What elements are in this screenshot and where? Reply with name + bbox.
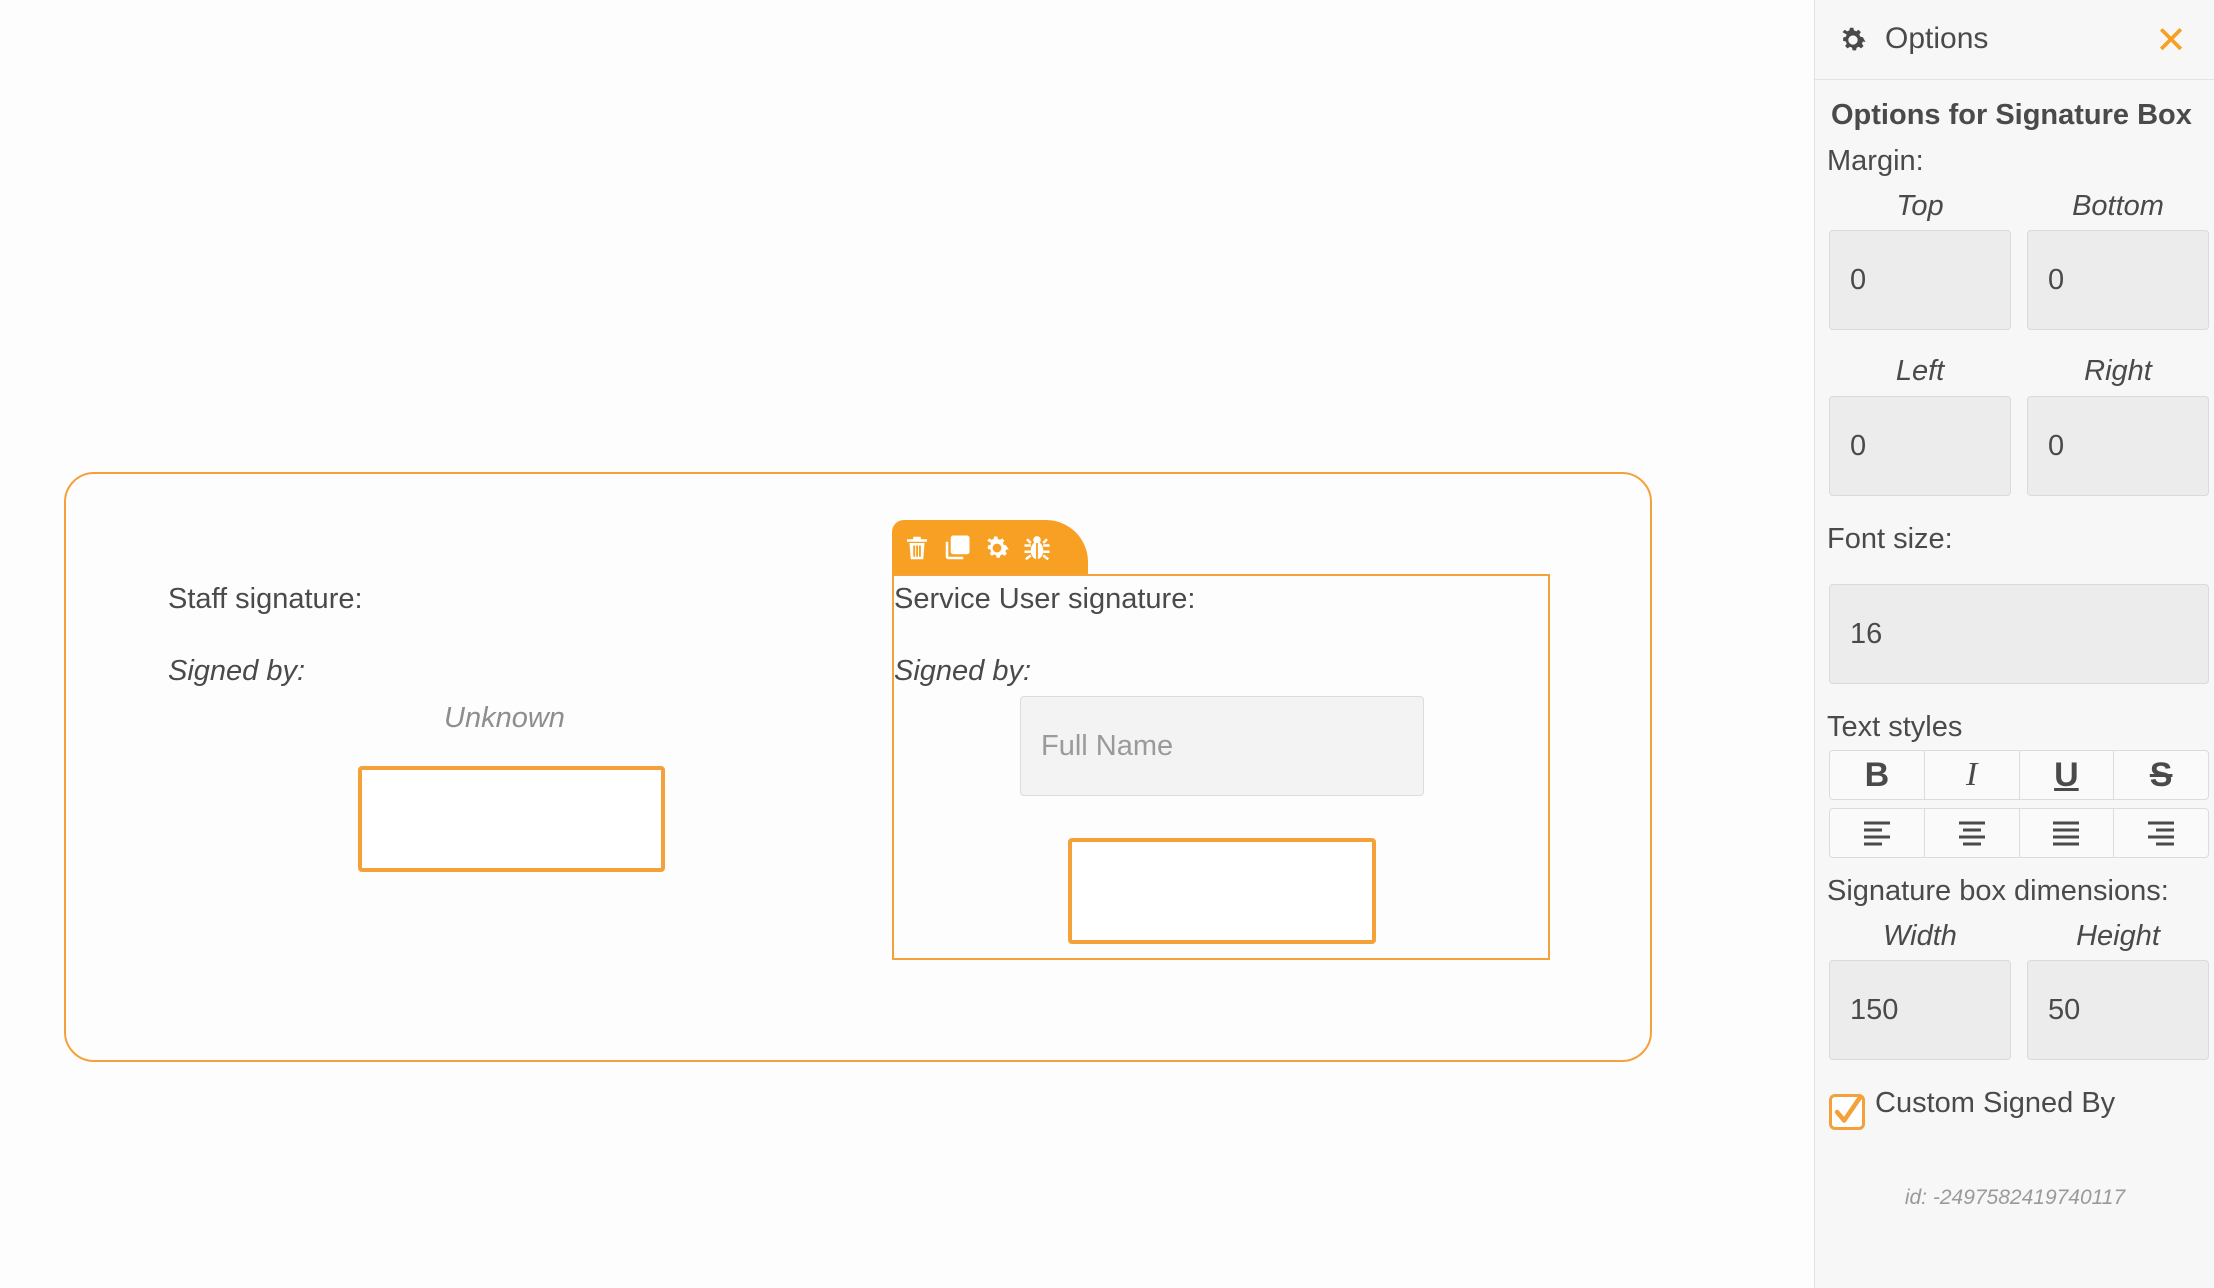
staff-signer-unknown: Unknown (444, 702, 565, 734)
height-label: Height (2076, 920, 2160, 952)
margin-right-input[interactable] (2027, 396, 2209, 496)
align-right-icon (2145, 818, 2177, 848)
text-align-buttons (1829, 808, 2209, 858)
strikethrough-button[interactable]: S (2114, 751, 2208, 799)
panel-header: Options ✕ (1815, 0, 2214, 80)
dimensions-label: Signature box dimensions: (1827, 875, 2169, 907)
close-icon: ✕ (2155, 19, 2187, 62)
italic-button[interactable]: I (1925, 751, 2020, 799)
bold-icon: B (1864, 755, 1890, 794)
align-justify-button[interactable] (2020, 809, 2115, 857)
bug-icon[interactable] (1022, 533, 1052, 563)
margin-left-input[interactable] (1829, 396, 2011, 496)
margin-left-label: Left (1895, 355, 1945, 387)
align-justify-icon (2050, 818, 2082, 848)
full-name-input[interactable] (1020, 696, 1424, 796)
align-center-icon (1956, 818, 1988, 848)
staff-signature-pad[interactable] (358, 766, 665, 872)
custom-signed-by-label: Custom Signed By (1875, 1087, 2116, 1119)
trash-icon[interactable] (902, 533, 932, 563)
margin-bottom-input[interactable] (2027, 230, 2209, 330)
margin-right-label: Right (2084, 355, 2152, 387)
panel-title: Options (1885, 22, 1989, 55)
underline-button[interactable]: U (2020, 751, 2115, 799)
align-left-icon (1861, 818, 1893, 848)
options-heading: Options for Signature Box (1831, 99, 2192, 131)
margin-bottom-label: Bottom (2072, 190, 2164, 222)
block-toolbar (892, 520, 1088, 576)
gear-icon (1837, 24, 1869, 56)
margin-top-input[interactable] (1829, 230, 2011, 330)
gear-icon[interactable] (982, 533, 1012, 563)
align-right-button[interactable] (2114, 809, 2208, 857)
font-size-input[interactable] (1829, 584, 2209, 684)
element-id: id: -2497582419740117 (1904, 1186, 2126, 1209)
width-label: Width (1883, 920, 1957, 952)
align-center-button[interactable] (1925, 809, 2020, 857)
copy-icon[interactable] (942, 533, 972, 563)
margin-label: Margin: (1827, 145, 1924, 177)
staff-signed-by-label: Signed by: (168, 655, 306, 687)
text-styles-label: Text styles (1827, 711, 1963, 743)
font-size-label: Font size: (1827, 523, 1953, 555)
height-input[interactable] (2027, 960, 2209, 1060)
margin-top-label: Top (1896, 190, 1944, 222)
text-style-buttons: B I U S (1829, 750, 2209, 800)
italic-icon: I (1965, 756, 1978, 793)
checkmark-icon (1830, 1095, 1864, 1129)
strikethrough-icon: S (2149, 755, 2173, 794)
width-input[interactable] (1829, 960, 2011, 1060)
service-signature-pad[interactable] (1068, 838, 1376, 944)
service-signed-by-label: Signed by: (894, 655, 1032, 687)
staff-signature-label: Staff signature: (168, 583, 363, 615)
custom-signed-by-checkbox[interactable] (1829, 1094, 1865, 1130)
close-button[interactable]: ✕ (2149, 18, 2193, 62)
align-left-button[interactable] (1830, 809, 1925, 857)
underline-icon: U (2054, 755, 2079, 794)
options-panel: Options ✕ Options for Signature Box Marg… (1814, 0, 2214, 1288)
service-user-signature-label: Service User signature: (894, 583, 1196, 615)
form-canvas: Staff signature: Signed by: Unknown Serv… (0, 0, 1814, 1288)
bold-button[interactable]: B (1830, 751, 1925, 799)
